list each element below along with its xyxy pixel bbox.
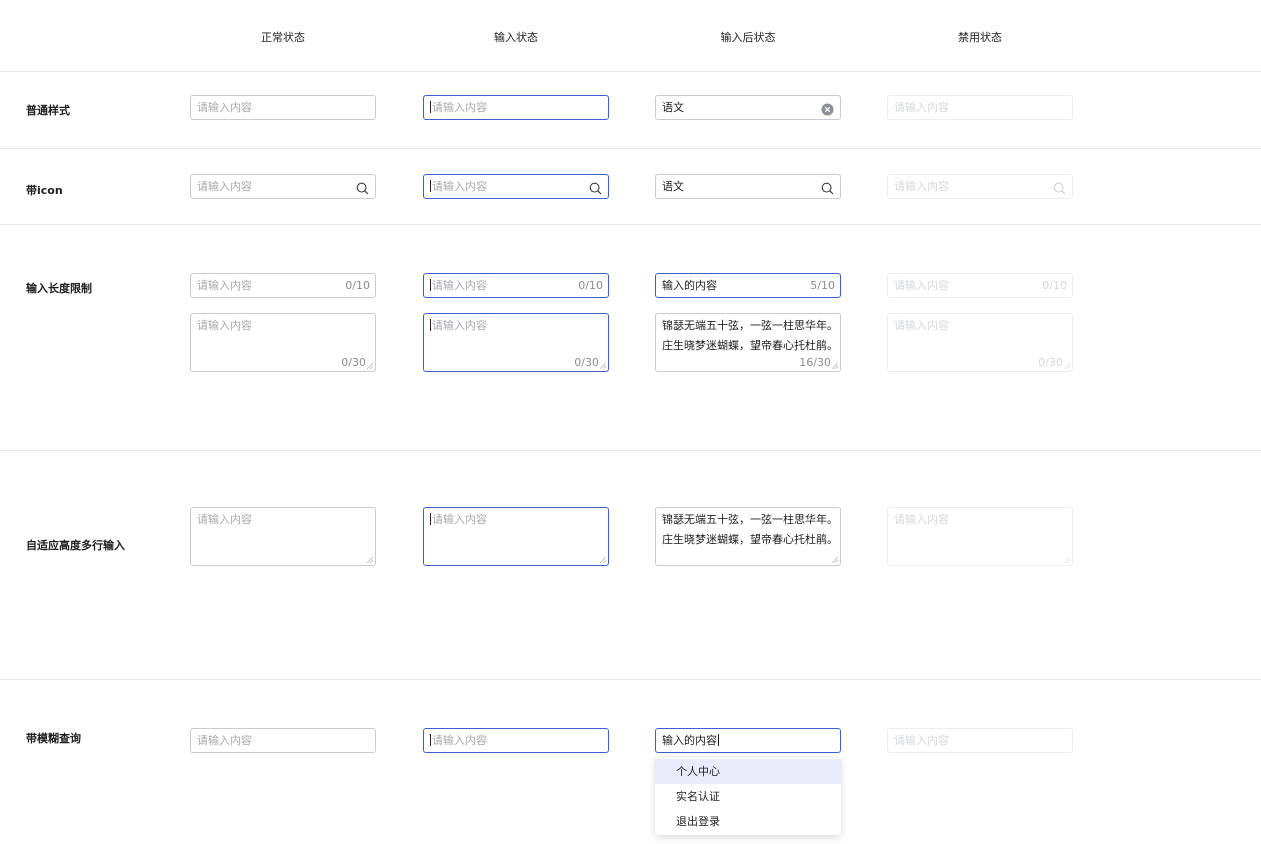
placeholder-text: 请输入内容 <box>432 180 487 193</box>
placeholder-text: 请输入内容 <box>197 513 252 526</box>
text-caret <box>430 279 431 291</box>
placeholder-text: 请输入内容 <box>197 101 252 114</box>
resize-handle-icon <box>1064 363 1070 369</box>
dropdown-item-logout[interactable]: 退出登录 <box>655 809 841 834</box>
row-divider <box>0 148 1261 149</box>
row-label-icon: 带icon <box>26 184 63 197</box>
row-divider <box>0 71 1261 72</box>
basic-input-filled[interactable]: 语文 <box>655 95 841 120</box>
resize-handle-icon[interactable] <box>832 557 838 563</box>
fuzzy-input-filled[interactable]: 输入的内容 <box>655 728 841 753</box>
row-divider <box>0 450 1261 451</box>
resize-handle-icon[interactable] <box>367 363 373 369</box>
row-label-autosize: 自适应高度多行输入 <box>26 539 125 552</box>
icon-input-filled[interactable]: 语文 <box>655 174 841 199</box>
textarea-content: 请输入内容 <box>430 510 602 530</box>
char-counter: 0/30 <box>341 356 366 369</box>
column-header-filled: 输入后状态 <box>720 31 776 44</box>
placeholder-text: 请输入内容 <box>894 513 949 526</box>
placeholder-text: 请输入内容 <box>197 734 252 747</box>
autosize-textarea-normal[interactable]: 请输入内容 <box>190 507 376 566</box>
row-divider <box>0 679 1261 680</box>
placeholder-text: 请输入内容 <box>894 180 949 193</box>
input-value: 语文 <box>662 180 684 193</box>
placeholder-text: 请输入内容 <box>894 734 949 747</box>
column-header-focused: 输入状态 <box>494 31 538 44</box>
text-caret <box>430 513 431 525</box>
limit-input-focused[interactable]: 请输入内容 0/10 <box>423 273 609 298</box>
icon-input-focused[interactable]: 请输入内容 <box>423 174 609 199</box>
resize-handle-icon[interactable] <box>367 557 373 563</box>
input-value: 输入的内容 <box>662 279 717 292</box>
resize-handle-icon[interactable] <box>600 557 606 563</box>
row-label-fuzzy: 带模糊查询 <box>26 732 81 745</box>
textarea-line-2: 庄生晓梦迷蝴蝶，望帝春心托杜鹃。 <box>662 533 838 546</box>
textarea-line-1: 锦瑟无端五十弦，一弦一柱思华年。 <box>662 319 838 332</box>
basic-input-normal[interactable]: 请输入内容 <box>190 95 376 120</box>
text-caret <box>430 101 431 113</box>
placeholder-text: 请输入内容 <box>894 319 949 332</box>
char-counter: 0/10 <box>578 279 603 292</box>
placeholder-text: 请输入内容 <box>197 319 252 332</box>
fuzzy-input-disabled: 请输入内容 <box>887 728 1073 753</box>
limit-textarea-normal[interactable]: 请输入内容 0/30 <box>190 313 376 372</box>
limit-input-filled[interactable]: 输入的内容 5/10 <box>655 273 841 298</box>
limit-textarea-disabled: 请输入内容 0/30 <box>887 313 1073 372</box>
autosize-textarea-disabled: 请输入内容 <box>887 507 1073 566</box>
placeholder-text: 请输入内容 <box>894 101 949 114</box>
icon-input-disabled: 请输入内容 <box>887 174 1073 199</box>
column-header-disabled: 禁用状态 <box>958 31 1002 44</box>
search-icon[interactable] <box>821 180 834 195</box>
row-divider <box>0 224 1261 225</box>
icon-input-normal[interactable]: 请输入内容 <box>190 174 376 199</box>
resize-handle-icon <box>1064 557 1070 563</box>
placeholder-text: 请输入内容 <box>432 279 487 292</box>
textarea-line-2: 庄生晓梦迷蝴蝶，望帝春心托杜鹃。 <box>662 339 838 352</box>
char-counter: 0/10 <box>1042 279 1067 292</box>
char-counter: 5/10 <box>810 279 835 292</box>
text-caret <box>430 319 431 331</box>
input-value: 输入的内容 <box>662 734 717 747</box>
column-header-normal: 正常状态 <box>261 31 305 44</box>
dropdown-item-verification[interactable]: 实名认证 <box>655 784 841 809</box>
search-icon[interactable] <box>356 180 369 195</box>
textarea-content: 请输入内容 <box>430 316 602 336</box>
row-label-limit: 输入长度限制 <box>26 282 92 295</box>
textarea-line-1: 锦瑟无端五十弦，一弦一柱思华年。 <box>662 513 838 526</box>
text-caret <box>430 180 431 192</box>
fuzzy-input-normal[interactable]: 请输入内容 <box>190 728 376 753</box>
limit-input-disabled: 请输入内容 0/10 <box>887 273 1073 298</box>
limit-input-normal[interactable]: 请输入内容 0/10 <box>190 273 376 298</box>
char-counter: 0/30 <box>574 356 599 369</box>
char-counter: 16/30 <box>799 356 831 369</box>
autosize-textarea-focused[interactable]: 请输入内容 <box>423 507 609 566</box>
placeholder-text: 请输入内容 <box>894 279 949 292</box>
placeholder-text: 请输入内容 <box>432 319 487 332</box>
autosize-textarea-filled[interactable]: 锦瑟无端五十弦，一弦一柱思华年。 庄生晓梦迷蝴蝶，望帝春心托杜鹃。 <box>655 507 841 566</box>
placeholder-text: 请输入内容 <box>432 513 487 526</box>
basic-input-disabled: 请输入内容 <box>887 95 1073 120</box>
placeholder-text: 请输入内容 <box>197 180 252 193</box>
resize-handle-icon[interactable] <box>832 363 838 369</box>
limit-textarea-focused[interactable]: 请输入内容 0/30 <box>423 313 609 372</box>
limit-textarea-filled[interactable]: 锦瑟无端五十弦，一弦一柱思华年。 庄生晓梦迷蝴蝶，望帝春心托杜鹃。 16/30 <box>655 313 841 372</box>
resize-handle-icon[interactable] <box>600 363 606 369</box>
search-icon[interactable] <box>589 180 602 195</box>
char-counter: 0/30 <box>1038 356 1063 369</box>
placeholder-text: 请输入内容 <box>432 101 487 114</box>
fuzzy-input-focused[interactable]: 请输入内容 <box>423 728 609 753</box>
row-label-basic: 普通样式 <box>26 104 70 117</box>
clear-circle-icon[interactable] <box>821 101 834 116</box>
placeholder-text: 请输入内容 <box>197 279 252 292</box>
text-caret <box>718 734 719 746</box>
dropdown-item-profile[interactable]: 个人中心 <box>655 759 841 784</box>
placeholder-text: 请输入内容 <box>432 734 487 747</box>
text-caret <box>430 734 431 746</box>
char-counter: 0/10 <box>345 279 370 292</box>
search-icon <box>1053 180 1066 195</box>
basic-input-focused[interactable]: 请输入内容 <box>423 95 609 120</box>
suggestion-dropdown: 个人中心 实名认证 退出登录 <box>655 758 841 835</box>
input-value: 语文 <box>662 101 684 114</box>
